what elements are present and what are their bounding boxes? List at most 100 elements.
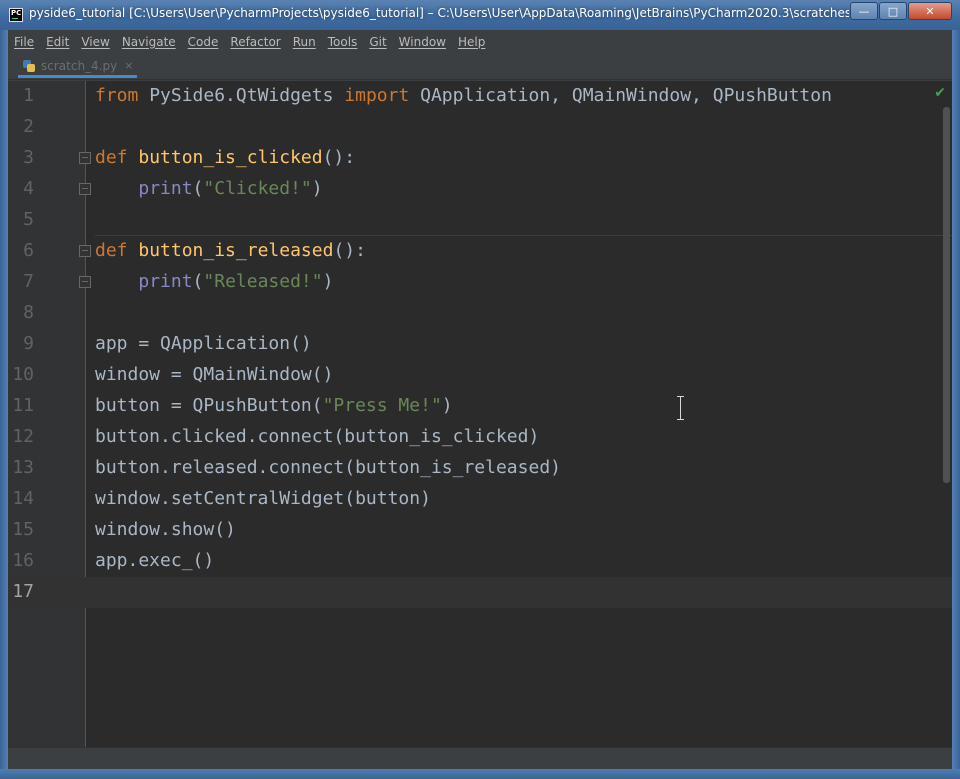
line-number: 1 <box>23 85 34 106</box>
code-line[interactable]: 6 def button_is_released(): <box>8 236 952 267</box>
status-bar <box>8 747 952 769</box>
menu-refactor[interactable]: Refactor <box>224 35 286 49</box>
menu-code[interactable]: Code <box>182 35 225 49</box>
menu-file[interactable]: File <box>8 35 40 49</box>
code-line[interactable]: 10 window = QMainWindow() <box>8 360 952 391</box>
code-token: from <box>95 85 139 106</box>
tab-scratch-4[interactable]: scratch_4.py × <box>18 56 138 78</box>
menu-navigate[interactable]: Navigate <box>116 35 182 49</box>
line-number: 3 <box>23 147 34 168</box>
line-number: 13 <box>12 457 34 478</box>
code-token: import <box>344 85 410 106</box>
menu-git[interactable]: Git <box>363 35 392 49</box>
code-token: button_is_released <box>138 240 334 261</box>
code-token: button.released.connect(button_is_releas… <box>95 457 561 478</box>
fold-end-icon[interactable] <box>79 183 91 195</box>
tab-label: scratch_4.py <box>41 58 118 73</box>
code-line[interactable]: 12 button.clicked.connect(button_is_click… <box>8 422 952 453</box>
code-token: ) <box>311 178 323 199</box>
code-token: "Released!" <box>203 271 323 292</box>
tab-close-icon[interactable]: × <box>124 59 133 72</box>
code-line[interactable]: 11 button = QPushButton("Press Me!") <box>8 391 952 422</box>
code-text: window = QMainWindow() <box>95 364 333 386</box>
menu-view[interactable]: View <box>75 35 115 49</box>
menu-window[interactable]: Window <box>393 35 452 49</box>
line-number: 16 <box>12 550 34 571</box>
line-number: 5 <box>23 209 34 230</box>
line-number: 8 <box>23 302 34 323</box>
code-line[interactable]: 3 def button_is_clicked(): <box>8 143 952 174</box>
code-token: print <box>138 271 193 292</box>
line-number: 17 <box>12 581 34 602</box>
line-number: 11 <box>12 395 34 416</box>
window-title: pyside6_tutorial [C:\Users\User\PycharmP… <box>29 6 849 20</box>
minimize-button[interactable]: — <box>850 2 878 20</box>
code-line[interactable]: 7 print("Released!") <box>8 267 952 298</box>
menu-help[interactable]: Help <box>452 35 491 49</box>
code-token: "Press Me!" <box>322 395 442 416</box>
code-token: ) <box>441 395 453 416</box>
code-line[interactable]: 2 <box>8 112 952 143</box>
vertical-scrollbar[interactable] <box>943 107 950 483</box>
code-text: window.setCentralWidget(button) <box>95 488 431 510</box>
fold-end-icon[interactable] <box>79 276 91 288</box>
fold-collapse-icon[interactable] <box>79 152 91 164</box>
window-frame-left <box>0 30 8 769</box>
code-token: ( <box>192 178 204 199</box>
code-token: ( <box>192 271 204 292</box>
window-frame-right <box>952 30 960 769</box>
code-line[interactable]: 14 window.setCentralWidget(button) <box>8 484 952 515</box>
code-line[interactable]: 4 print("Clicked!") <box>8 174 952 205</box>
code-token: window.setCentralWidget(button) <box>95 488 431 509</box>
code-token: PySide6.QtWidgets <box>138 85 345 106</box>
code-line[interactable]: 15 window.show() <box>8 515 952 546</box>
code-line[interactable]: 8 <box>8 298 952 329</box>
code-token: print <box>138 178 193 199</box>
line-number: 4 <box>23 178 34 199</box>
menu-edit[interactable]: Edit <box>40 35 75 49</box>
code-token: "Clicked!" <box>203 178 312 199</box>
code-line[interactable]: 13 button.released.connect(button_is_rele… <box>8 453 952 484</box>
code-editor[interactable]: 1 from PySide6.QtWidgets import QApplicat… <box>8 81 952 747</box>
close-button[interactable]: ✕ <box>908 2 952 20</box>
code-token: app = QApplication() <box>95 333 312 354</box>
line-number: 7 <box>23 271 34 292</box>
code-line[interactable]: 5 <box>8 205 952 236</box>
code-line[interactable]: 17 <box>8 577 952 608</box>
title-bar: pyside6_tutorial [C:\Users\User\PycharmP… <box>0 0 960 30</box>
code-text: def button_is_released(): <box>95 240 366 262</box>
line-number: 10 <box>12 364 34 385</box>
code-token: QApplication, QMainWindow, QPushButton <box>409 85 832 106</box>
menu-run[interactable]: Run <box>287 35 322 49</box>
code-text: button.released.connect(button_is_releas… <box>95 457 561 479</box>
line-number: 14 <box>12 488 34 509</box>
maximize-button[interactable]: □ <box>879 2 907 20</box>
pycharm-icon[interactable] <box>9 8 23 22</box>
code-text: app.exec_() <box>95 550 214 572</box>
code-token: def <box>95 147 128 168</box>
inspection-ok-icon[interactable]: ✔ <box>934 85 946 101</box>
code-line[interactable]: 1 from PySide6.QtWidgets import QApplicat… <box>8 81 952 112</box>
code-token: app.exec_() <box>95 550 215 571</box>
line-number: 12 <box>12 426 34 447</box>
code-token: (): <box>333 240 366 261</box>
menu-bar: File Edit View Navigate Code Refactor Ru… <box>8 30 952 53</box>
code-text: print("Clicked!") <box>95 178 323 200</box>
code-line[interactable]: 16 app.exec_() <box>8 546 952 577</box>
code-text: window.show() <box>95 519 236 541</box>
code-token: window = QMainWindow() <box>95 364 334 385</box>
code-token: window.show() <box>95 519 236 540</box>
code-line[interactable]: 9 app = QApplication() <box>8 329 952 360</box>
window-controls: — □ ✕ <box>850 2 952 20</box>
fold-collapse-icon[interactable] <box>79 245 91 257</box>
code-text: button = QPushButton("Press Me!") <box>95 395 453 417</box>
python-file-icon <box>22 59 36 73</box>
editor-tab-bar: scratch_4.py × <box>8 53 952 80</box>
line-number: 6 <box>23 240 34 261</box>
mouse-ibeam-cursor <box>677 396 685 420</box>
menu-tools[interactable]: Tools <box>322 35 364 49</box>
code-token: button_is_clicked <box>138 147 323 168</box>
